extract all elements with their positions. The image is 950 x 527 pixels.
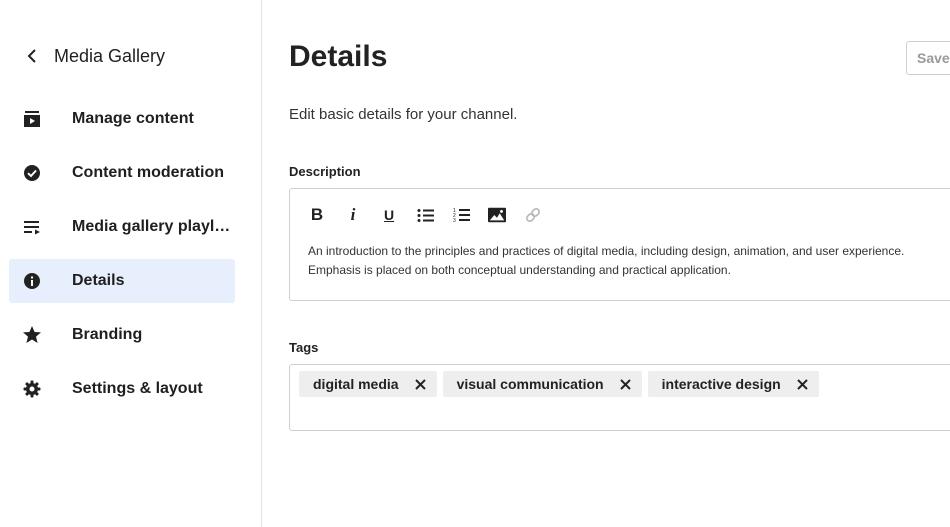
close-icon[interactable] — [797, 378, 809, 390]
info-circle-icon — [22, 271, 42, 291]
playlist-icon — [22, 217, 42, 237]
gear-icon — [22, 379, 42, 399]
sidebar-nav: Manage content Content moderation Media … — [9, 97, 235, 421]
tags-input[interactable]: digital media visual communication inter… — [289, 364, 950, 431]
sidebar: Media Gallery Manage content Content mod… — [0, 0, 262, 527]
link-icon[interactable] — [524, 206, 542, 224]
sidebar-item-label: Media gallery playlists — [72, 218, 234, 235]
tag-label: interactive design — [661, 376, 781, 392]
numbered-list-icon[interactable]: 1 2 3 — [452, 206, 470, 224]
app-window: Media Gallery Manage content Content mod… — [0, 0, 950, 527]
tag-label: digital media — [313, 376, 399, 392]
gallery-title[interactable]: Media Gallery — [54, 46, 165, 67]
check-circle-icon — [22, 163, 42, 183]
sidebar-item-playlists[interactable]: Media gallery playlists — [9, 205, 235, 249]
sidebar-item-label: Content moderation — [72, 164, 224, 181]
tag-label: visual communication — [456, 376, 604, 392]
tags-label: Tags — [289, 340, 319, 355]
tag-chip[interactable]: digital media — [299, 371, 437, 397]
star-icon — [22, 325, 42, 345]
bold-button[interactable]: B — [308, 205, 326, 224]
sidebar-item-content-moderation[interactable]: Content moderation — [9, 151, 235, 195]
description-text: An introduction to the principles and pr… — [308, 244, 905, 277]
sidebar-item-label: Branding — [72, 326, 143, 343]
close-icon[interactable] — [620, 378, 632, 390]
description-label: Description — [289, 164, 361, 179]
video-list-icon — [22, 109, 42, 129]
sidebar-item-details[interactable]: Details — [9, 259, 235, 303]
back-link[interactable]: Media Gallery — [24, 44, 165, 68]
tag-list: digital media visual communication inter… — [299, 371, 819, 397]
sidebar-item-branding[interactable]: Branding — [9, 313, 235, 357]
tag-chip[interactable]: interactive design — [647, 371, 819, 397]
sidebar-item-label: Details — [72, 272, 125, 289]
chevron-left-icon[interactable] — [24, 48, 40, 64]
page-subtitle: Edit basic details for your channel. — [289, 106, 518, 123]
bulleted-list-icon[interactable] — [416, 206, 434, 224]
italic-button[interactable]: i — [344, 205, 362, 224]
tag-chip[interactable]: visual communication — [442, 371, 642, 397]
sidebar-item-manage-content[interactable]: Manage content — [9, 97, 235, 141]
sidebar-item-label: Settings & layout — [72, 380, 203, 397]
sidebar-item-label: Manage content — [72, 110, 194, 127]
svg-text:3: 3 — [453, 218, 456, 223]
page-title: Details — [289, 40, 388, 73]
underline-button[interactable]: U — [380, 206, 398, 224]
description-editor[interactable]: B i U 1 2 3 An introduction to the princ… — [289, 188, 950, 301]
save-button[interactable]: Save — [906, 41, 950, 75]
editor-toolbar: B i U 1 2 3 — [308, 205, 560, 224]
close-icon[interactable] — [415, 378, 427, 390]
sidebar-item-settings-layout[interactable]: Settings & layout — [9, 367, 235, 411]
insert-image-icon[interactable] — [488, 206, 506, 224]
main-panel: Details Save Edit basic details for your… — [289, 0, 950, 527]
